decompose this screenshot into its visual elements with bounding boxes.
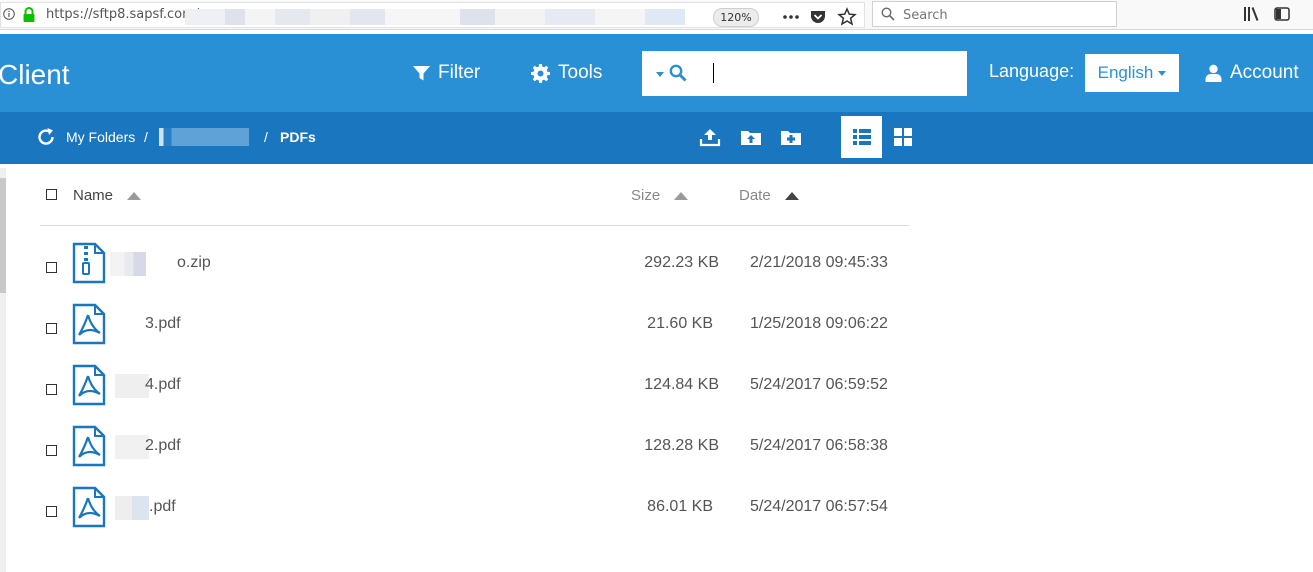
library-icon[interactable] xyxy=(1242,5,1260,23)
row-checkbox[interactable] xyxy=(46,323,57,334)
file-size: 86.01 KB xyxy=(647,498,713,515)
list-view-button[interactable] xyxy=(841,116,882,158)
page-scrollbar-thumb[interactable] xyxy=(0,178,6,293)
breadcrumb-separator: / xyxy=(144,129,148,145)
sort-arrow-icon xyxy=(127,191,142,200)
chevron-down-icon[interactable] xyxy=(656,72,664,78)
file-date: 5/24/2017 06:59:52 xyxy=(750,376,888,393)
file-row[interactable]: o.zip 292.23 KB 2/21/2018 09:45:33 xyxy=(40,242,909,303)
breadcrumb-redacted[interactable] xyxy=(159,128,249,146)
filter-button[interactable]: Filter xyxy=(413,60,480,86)
gear-icon xyxy=(531,63,550,83)
filename-redacted xyxy=(115,496,149,520)
file-date: 5/24/2017 06:58:38 xyxy=(750,437,888,454)
url-bar[interactable]: https://sftp8.sapsf.com/ 120% xyxy=(0,2,865,28)
pdf-file-icon[interactable] xyxy=(71,303,107,345)
column-name-label: Name xyxy=(73,187,114,204)
brand-title: Client xyxy=(0,59,70,90)
pdf-file-icon[interactable] xyxy=(71,486,107,528)
file-row[interactable]: 2.pdf 128.28 KB 5/24/2017 06:58:38 xyxy=(40,425,909,486)
pdf-file-icon[interactable] xyxy=(71,425,107,467)
file-row[interactable]: .pdf 86.01 KB 5/24/2017 06:57:54 xyxy=(40,486,909,547)
search-icon xyxy=(881,7,895,21)
row-checkbox[interactable] xyxy=(46,506,57,517)
url-text[interactable]: https://sftp8.sapsf.com/ xyxy=(46,7,199,22)
file-name[interactable]: 2.pdf xyxy=(145,437,181,455)
upload-icon[interactable] xyxy=(699,127,721,147)
sidebar-icon[interactable] xyxy=(1273,5,1291,23)
browser-search-input[interactable] xyxy=(901,5,1105,25)
browser-search-box[interactable] xyxy=(872,1,1117,27)
refresh-icon[interactable] xyxy=(36,127,56,147)
chevron-down-icon xyxy=(1158,70,1167,76)
lock-icon[interactable] xyxy=(22,7,36,23)
breadcrumb-current: PDFs xyxy=(280,129,316,145)
column-date-label: Date xyxy=(739,187,771,204)
row-checkbox[interactable] xyxy=(46,445,57,456)
breadcrumb-separator: / xyxy=(264,129,268,145)
file-name[interactable]: .pdf xyxy=(149,498,176,516)
file-name[interactable]: 4.pdf xyxy=(145,376,181,394)
select-all-checkbox[interactable] xyxy=(46,189,57,200)
file-size: 128.28 KB xyxy=(644,437,719,454)
pocket-icon[interactable] xyxy=(809,8,827,26)
account-button[interactable]: Account xyxy=(1205,60,1299,86)
language-value: English xyxy=(1097,63,1154,82)
sort-arrow-icon xyxy=(784,191,799,200)
info-icon[interactable] xyxy=(3,8,15,20)
filename-redacted xyxy=(110,252,146,276)
column-date-header[interactable]: Date xyxy=(739,187,799,204)
zip-file-icon[interactable] xyxy=(71,242,107,284)
file-name[interactable]: 3.pdf xyxy=(145,315,181,333)
dots-icon[interactable] xyxy=(782,10,800,24)
zoom-badge[interactable]: 120% xyxy=(713,8,759,27)
column-size-label: Size xyxy=(631,187,661,204)
new-folder-icon[interactable] xyxy=(780,127,802,147)
grid-view-button[interactable] xyxy=(882,116,923,158)
breadcrumb-my-folders[interactable]: My Folders xyxy=(66,129,135,145)
file-date: 2/21/2018 09:45:33 xyxy=(750,254,888,271)
file-row[interactable]: 4.pdf 124.84 KB 5/24/2017 06:59:52 xyxy=(40,364,909,425)
file-row[interactable]: 3.pdf 21.60 KB 1/25/2018 09:06:22 xyxy=(40,303,909,364)
filter-label: Filter xyxy=(438,62,481,83)
account-label: Account xyxy=(1230,62,1299,83)
pdf-file-icon[interactable] xyxy=(71,364,107,406)
file-search-box[interactable] xyxy=(642,51,967,96)
language-label: Language: xyxy=(989,61,1075,81)
tools-label: Tools xyxy=(558,62,603,83)
file-size: 124.84 KB xyxy=(644,376,719,393)
filename-redacted xyxy=(115,435,149,459)
user-icon xyxy=(1205,64,1222,82)
browser-toolbar: https://sftp8.sapsf.com/ 120% xyxy=(0,0,1313,30)
column-size-header[interactable]: Size xyxy=(631,187,689,204)
app-header: Client Filter Tools Language: English Ac… xyxy=(0,34,1313,112)
url-redacted xyxy=(185,9,685,25)
file-date: 1/25/2018 09:06:22 xyxy=(750,315,888,332)
filter-icon xyxy=(413,65,430,80)
language-select[interactable]: English xyxy=(1085,54,1179,92)
star-icon[interactable] xyxy=(837,7,857,27)
file-size: 292.23 KB xyxy=(644,254,719,271)
row-checkbox[interactable] xyxy=(46,262,57,273)
tools-button[interactable]: Tools xyxy=(531,60,602,86)
file-size: 21.60 KB xyxy=(647,315,713,332)
file-date: 5/24/2017 06:57:54 xyxy=(750,498,888,515)
search-icon[interactable] xyxy=(669,64,687,82)
sort-arrow-icon xyxy=(674,191,689,200)
file-search-input[interactable] xyxy=(712,61,956,87)
filename-redacted xyxy=(115,374,149,398)
list-view-icon xyxy=(852,129,871,145)
column-name-header[interactable]: Name xyxy=(73,187,142,204)
breadcrumb-bar: My Folders / / PDFs xyxy=(0,112,1313,164)
filename-redacted xyxy=(115,313,149,337)
file-list-header: Name Size Date xyxy=(40,180,909,226)
upload-folder-icon[interactable] xyxy=(740,127,762,147)
grid-view-icon xyxy=(893,128,912,146)
row-checkbox[interactable] xyxy=(46,384,57,395)
file-name[interactable]: o.zip xyxy=(177,254,211,272)
